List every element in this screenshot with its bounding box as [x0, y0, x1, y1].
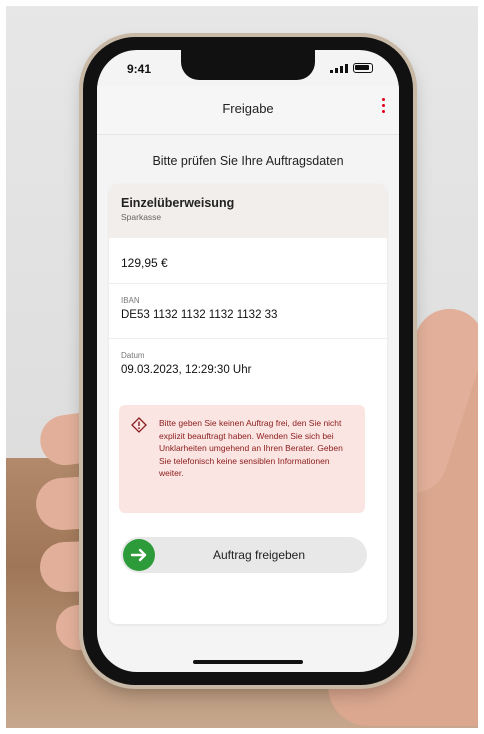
date-row: Datum 09.03.2023, 12:29:30 Uhr: [109, 339, 387, 391]
home-indicator[interactable]: [193, 660, 303, 664]
amount-value: 129,95 €: [121, 256, 168, 270]
amount-row: 129,95 €: [109, 238, 387, 284]
more-menu-icon[interactable]: [379, 98, 387, 113]
notch: [181, 50, 315, 80]
date-label: Datum: [121, 351, 145, 360]
app-header: Freigabe: [97, 86, 399, 135]
order-card: Einzelüberweisung Sparkasse 129,95 € IBA…: [109, 184, 387, 624]
warning-box: Bitte geben Sie keinen Auftrag frei, den…: [119, 405, 365, 513]
transaction-type: Einzelüberweisung: [121, 196, 235, 210]
status-icons: [330, 63, 373, 73]
warning-icon: [131, 417, 147, 433]
status-time: 9:41: [127, 62, 152, 76]
iban-row: IBAN DE53 1132 1132 1132 1132 33: [109, 284, 387, 339]
battery-icon: [353, 63, 373, 73]
warning-text: Bitte geben Sie keinen Auftrag frei, den…: [159, 418, 343, 478]
iban-value: DE53 1132 1132 1132 1132 33: [121, 309, 278, 321]
phone-screen: 9:41 Freigabe Bitte prüfen Sie Ihre Auft…: [97, 50, 399, 672]
page-subtitle: Bitte prüfen Sie Ihre Auftragsdaten: [152, 154, 344, 168]
iban-label: IBAN: [121, 296, 140, 305]
release-order-button[interactable]: Auftrag freigeben: [121, 537, 367, 573]
date-value: 09.03.2023, 12:29:30 Uhr: [121, 364, 252, 376]
order-header: Einzelüberweisung Sparkasse: [109, 184, 387, 238]
arrow-right-icon: [123, 539, 155, 571]
release-button-label: Auftrag freigeben: [212, 548, 306, 562]
bank-name: Sparkasse: [121, 212, 162, 222]
signal-icon: [330, 64, 348, 73]
page-title: Freigabe: [222, 101, 274, 116]
phone-frame: 9:41 Freigabe Bitte prüfen Sie Ihre Auft…: [83, 37, 413, 685]
